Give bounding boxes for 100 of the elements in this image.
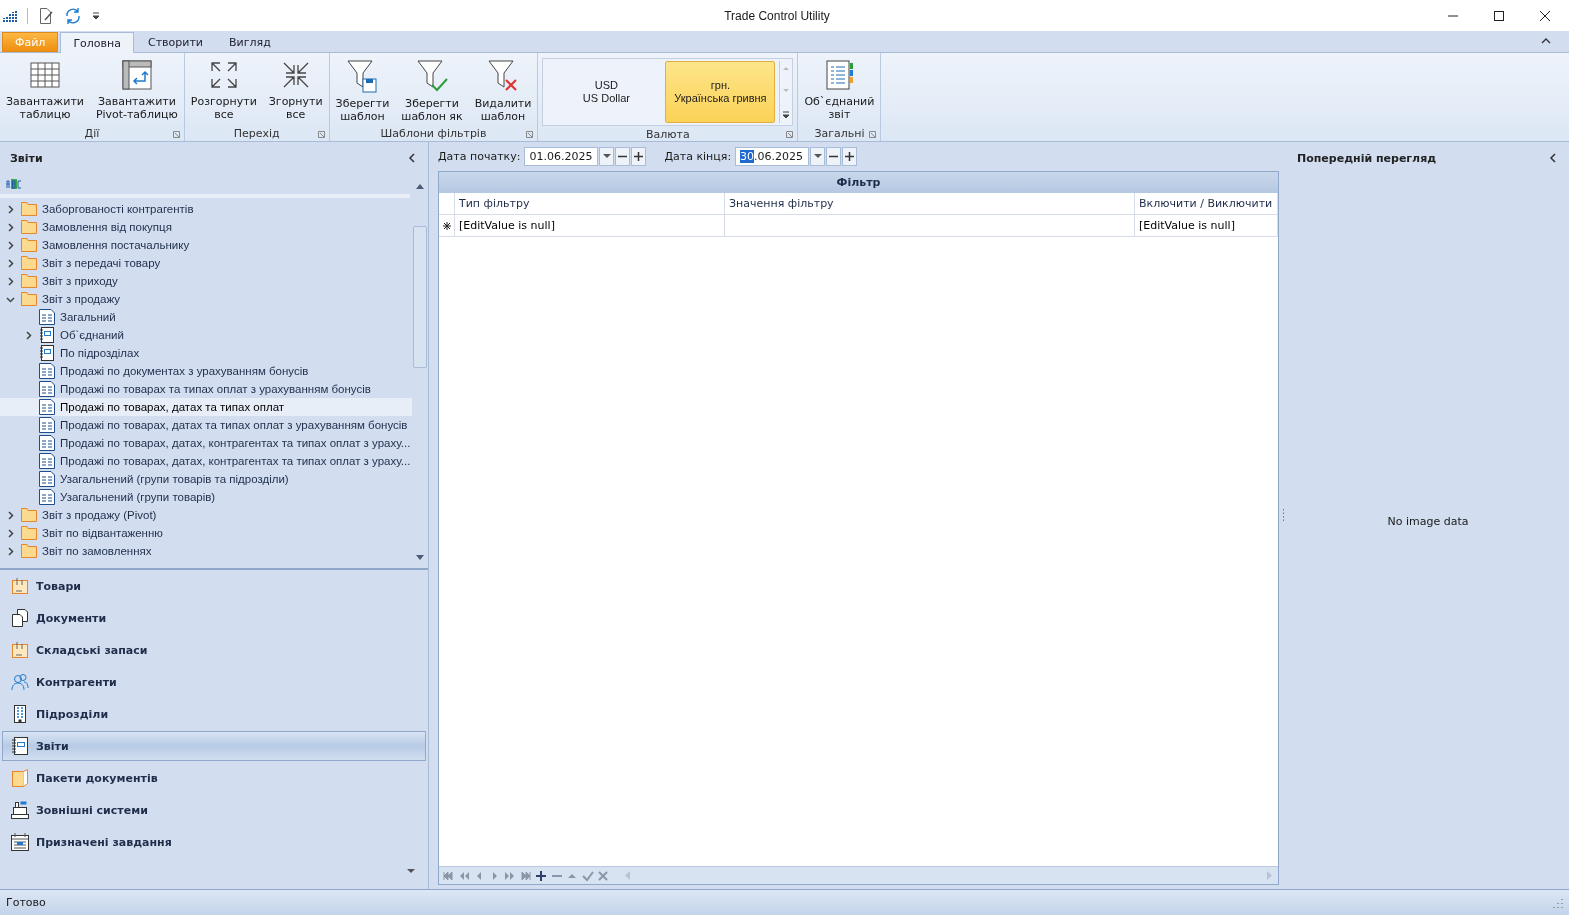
tree-item-label: Продажі по товарах, датах, контрагентах та типах оплат з ураху... <box>60 437 411 449</box>
tree-item[interactable]: Звіт з передачі товару <box>0 254 412 272</box>
tree-item[interactable]: Об`єднаний <box>0 326 412 344</box>
edit-document-icon[interactable] <box>38 7 54 24</box>
tree-item-label: Звіт з продажу <box>42 293 120 305</box>
navigation-item[interactable]: Товари <box>2 571 426 601</box>
refresh-icon[interactable] <box>64 6 82 25</box>
tree-item[interactable]: Продажі по товарах, датах, контрагентах та типах оплат з ураху... <box>0 452 412 470</box>
dialog-launcher-icon[interactable] <box>526 131 534 138</box>
ribbon-button[interactable]: Згорнути все <box>264 57 327 123</box>
navigation-item[interactable]: Контрагенти <box>2 667 426 697</box>
ribbon-button[interactable]: Зберегти шаблон <box>331 57 394 125</box>
ribbon-button[interactable]: Об`єднаний звіт <box>800 57 879 123</box>
calendar-icon <box>11 833 29 851</box>
navigation-item[interactable]: Призначені завдання <box>2 827 426 857</box>
ribbon-tab[interactable]: Вигляд <box>217 32 283 52</box>
scroll-up-icon[interactable] <box>415 182 425 190</box>
report-icon <box>39 471 55 487</box>
column-header[interactable]: Тип фільтру <box>455 193 725 214</box>
column-header[interactable]: Включити / Виключити <box>1135 193 1278 214</box>
dropdown-button[interactable] <box>810 146 826 166</box>
tree-item[interactable]: Продажі по товарах та типах оплат з урахуванням бонусів <box>0 380 412 398</box>
collapse-panel-icon[interactable] <box>408 153 416 163</box>
tree-item[interactable]: Продажі по товарах, датах та типах оплат з урахуванням бонусів <box>0 416 412 434</box>
collapse-chevron-icon[interactable] <box>5 294 15 304</box>
scroll-down-icon[interactable] <box>415 554 425 562</box>
app-logo-icon <box>3 8 17 23</box>
tree-item[interactable]: Замовлення від покупця <box>0 218 412 236</box>
tree-item-label: Замовлення від покупця <box>42 221 172 233</box>
tree-item-label: Загальний <box>60 311 116 323</box>
pivot-table-icon <box>120 59 153 91</box>
decrement-button[interactable] <box>826 146 842 166</box>
navigation-item[interactable]: Документи <box>2 603 426 633</box>
dialog-launcher-icon[interactable] <box>786 131 794 138</box>
add-record-icon[interactable] <box>535 869 547 882</box>
tree-item[interactable]: По підрозділах <box>0 344 412 362</box>
tree-item[interactable]: Звіт з продажу <box>0 290 412 308</box>
maximize-icon[interactable] <box>1493 9 1505 22</box>
navigation-item[interactable]: Підрозділи <box>2 699 426 729</box>
date-field[interactable]: 01.06.2025 <box>524 146 599 166</box>
tree-item[interactable]: Узагальнений (групи товарів та підрозділи) <box>0 470 412 488</box>
dialog-launcher-icon[interactable] <box>172 131 180 138</box>
preview-message: No image data <box>1387 515 1469 528</box>
ribbon-group-title: Шаблони фільтрів <box>380 127 487 140</box>
ribbon-tab[interactable]: Створити <box>136 32 215 52</box>
collapse-ribbon-icon[interactable] <box>1541 37 1551 45</box>
currency-option[interactable]: грн. Українська гривня <box>665 61 776 123</box>
tree-item[interactable]: Загальний <box>0 308 412 326</box>
ribbon-tab[interactable]: Головна <box>60 32 134 53</box>
tree-item[interactable]: Узагальнений (групи товарів) <box>0 488 412 506</box>
table-icon <box>29 59 61 91</box>
close-icon[interactable] <box>1539 9 1551 22</box>
navigation-item[interactable]: Зовнішні системи <box>2 795 426 825</box>
sort-abc-icon[interactable] <box>6 179 22 189</box>
date-field[interactable]: 30.06.2025 <box>735 146 810 166</box>
splitter-grip-icon[interactable] <box>1281 508 1285 523</box>
dialog-launcher-icon[interactable] <box>869 131 877 138</box>
tree-item[interactable]: Заборгованості контрагентів <box>0 200 412 218</box>
date-label: Дата кінця: <box>664 149 732 163</box>
folder-icon <box>21 292 37 306</box>
more-options-icon[interactable] <box>781 109 792 121</box>
tree-item-label: Звіт по замовленнях <box>42 545 152 557</box>
tree-item[interactable]: Продажі по товарах, датах, контрагентах та типах оплат з ураху... <box>0 434 412 452</box>
report-list-icon <box>823 59 856 91</box>
ribbon-button[interactable]: Завантажити Pivot-таблицю <box>92 57 182 123</box>
tree-item-label: Продажі по товарах та типах оплат з урахуванням бонусів <box>60 383 371 395</box>
scroll-thumb[interactable] <box>413 226 427 368</box>
tree-item[interactable]: Звіт по відвантаженню <box>0 524 412 542</box>
increment-button[interactable] <box>631 146 647 166</box>
ribbon-button[interactable]: Розгорнути все <box>186 57 261 123</box>
navigation-item[interactable]: Звіти <box>2 731 426 761</box>
dialog-launcher-icon[interactable] <box>317 131 325 138</box>
expand-chevron-icon[interactable] <box>23 330 33 340</box>
navigation-item[interactable]: Складські запаси <box>2 635 426 665</box>
tree-item-label: Звіт з передачі товару <box>42 257 161 269</box>
collapse-panel-icon[interactable] <box>1549 153 1557 163</box>
more-items-icon[interactable] <box>406 868 416 874</box>
currency-option[interactable]: USD US Dollar <box>551 61 662 123</box>
tree-item-label: Звіт з продажу (Pivot) <box>42 509 157 521</box>
column-header[interactable]: Значення фільтру <box>725 193 1135 214</box>
tree-item-label: Звіт з приходу <box>42 275 118 287</box>
navigation-item[interactable]: Пакети документів <box>2 763 426 793</box>
folder-icon <box>11 769 29 787</box>
customize-toolbar-icon[interactable] <box>92 11 100 20</box>
increment-button[interactable] <box>842 146 858 166</box>
folder-icon <box>21 544 37 558</box>
tree-item[interactable]: Звіт з приходу <box>0 272 412 290</box>
table-cell[interactable]: [EditValue is null] <box>455 215 725 236</box>
tree-item[interactable]: Продажі по товарах, датах та типах оплат <box>0 398 412 416</box>
ribbon-button[interactable]: Зберегти шаблон як <box>397 57 467 125</box>
tree-item[interactable]: Звіт по замовленнях <box>0 542 412 560</box>
resize-grip-icon[interactable] <box>1553 897 1563 908</box>
tree-item[interactable]: Звіт з продажу (Pivot) <box>0 506 412 524</box>
dropdown-button[interactable] <box>599 146 615 166</box>
decrement-button[interactable] <box>615 146 631 166</box>
table-cell[interactable]: [EditValue is null] <box>1135 215 1278 236</box>
ribbon-button[interactable]: Завантажити таблицю <box>2 57 88 123</box>
ribbon-button[interactable]: Видалити шаблон <box>470 57 536 125</box>
tree-item[interactable]: Замовлення постачальнику <box>0 236 412 254</box>
tree-item[interactable]: Продажі по документах з урахуванням бонусів <box>0 362 412 380</box>
